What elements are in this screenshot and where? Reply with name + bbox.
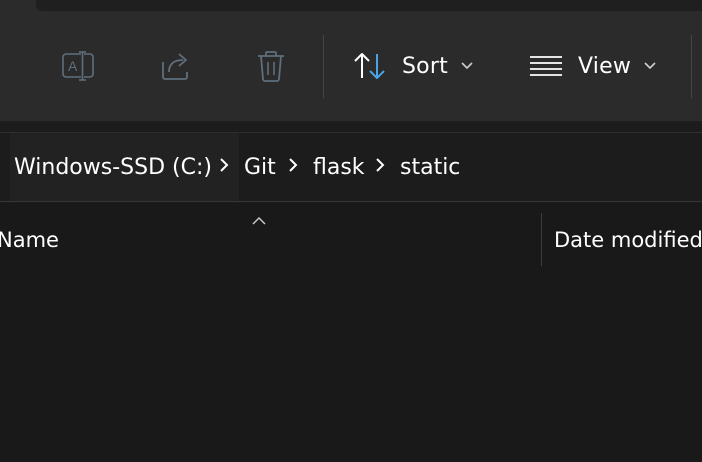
column-header-date-modified[interactable]: Date modified <box>554 228 702 252</box>
toolbar-separator <box>323 35 324 98</box>
title-bar-strip <box>36 0 702 11</box>
breadcrumb: Windows-SSD (C:) Git flask static <box>0 132 702 203</box>
view-label: View <box>578 53 632 79</box>
trash-icon <box>255 49 287 83</box>
sort-button[interactable]: Sort <box>352 40 482 92</box>
rename-icon: A <box>61 50 97 82</box>
column-resize-handle[interactable] <box>541 213 542 266</box>
share-button[interactable] <box>154 40 198 92</box>
share-icon <box>159 50 193 82</box>
chevron-right-icon[interactable] <box>375 157 385 177</box>
chevron-down-icon <box>461 62 473 70</box>
command-bar: A Sort View <box>0 0 702 121</box>
view-list-icon <box>528 54 564 78</box>
sort-icon <box>352 50 388 82</box>
chevron-right-icon[interactable] <box>219 157 229 177</box>
breadcrumb-item-flask[interactable]: flask <box>313 133 365 202</box>
breadcrumb-item-drive[interactable]: Windows-SSD (C:) <box>14 133 212 202</box>
sort-label: Sort <box>402 53 448 79</box>
rename-button[interactable]: A <box>56 40 102 92</box>
column-header-name[interactable]: Name <box>0 228 59 252</box>
chevron-down-icon <box>644 62 656 70</box>
breadcrumb-item-git[interactable]: Git <box>244 133 276 202</box>
file-list <box>0 266 702 462</box>
header-divider <box>0 201 702 202</box>
svg-text:A: A <box>68 58 78 74</box>
delete-button[interactable] <box>250 40 292 92</box>
breadcrumb-item-static[interactable]: static <box>400 133 460 202</box>
toolbar-separator <box>691 35 692 98</box>
sort-ascending-icon <box>252 210 266 229</box>
view-button[interactable]: View <box>528 40 663 92</box>
chevron-right-icon[interactable] <box>288 157 298 177</box>
